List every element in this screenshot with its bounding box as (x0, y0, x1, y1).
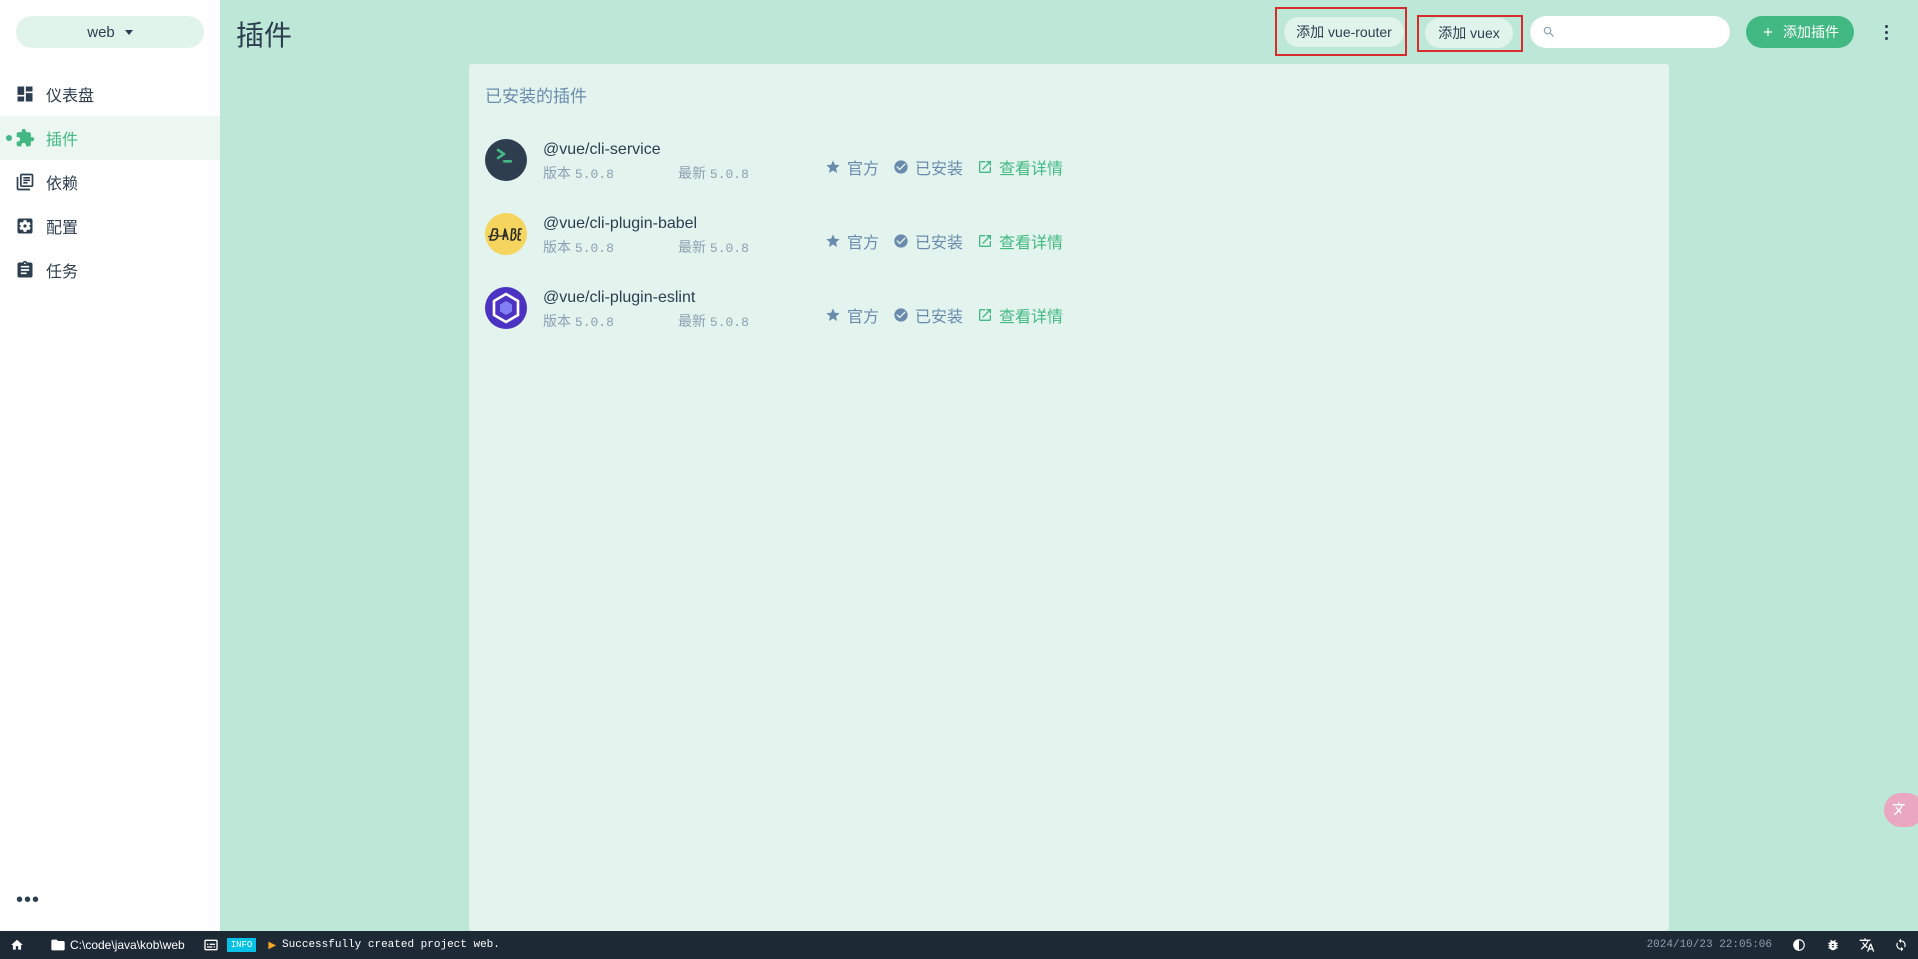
plugin-version: 版本 5.0.8 (543, 239, 614, 256)
project-path[interactable]: C:\code\java\kob\web (50, 937, 185, 953)
plugin-latest-version: 最新 5.0.8 (678, 239, 749, 256)
plugin-version: 版本 5.0.8 (543, 165, 614, 182)
statusbar-right: 2024/10/23 22:05:06 (1647, 931, 1918, 959)
check-circle-icon (894, 308, 908, 322)
check-circle-icon (894, 234, 908, 248)
home-button[interactable] (10, 938, 24, 952)
add-vuex-button[interactable]: 添加 vuex (1425, 18, 1513, 48)
dark-mode-toggle[interactable] (1782, 931, 1816, 959)
search-icon (1543, 26, 1554, 37)
installed-badge: 已安装 (893, 303, 963, 327)
caret-down-icon (124, 29, 133, 35)
library-books-icon (15, 172, 35, 192)
sidebar-nav: 仪表盘 插件 依赖 配置 任务 (0, 72, 220, 292)
installed-badge: 已安装 (893, 229, 963, 253)
vue-cli-logo (485, 139, 527, 181)
refresh-button[interactable] (1884, 931, 1918, 959)
open-in-new-icon (979, 309, 992, 321)
view-details-link[interactable]: 查看详情 (977, 303, 1063, 327)
official-badge: 官方 (825, 303, 879, 327)
official-badge: 官方 (825, 229, 879, 253)
search-input[interactable] (1564, 24, 1724, 40)
sync-icon (1896, 938, 1906, 952)
translate-float-icon[interactable] (1884, 793, 1918, 827)
log-arrow-icon: ▶ (268, 939, 277, 951)
report-bug-button[interactable] (1816, 931, 1850, 959)
plugin-item[interactable]: @vue/cli-service 版本 5.0.8 最新 5.0.8 官方 已安… (485, 131, 1645, 191)
view-details-link[interactable]: 查看详情 (977, 155, 1063, 179)
check-circle-icon (894, 160, 908, 174)
sidebar: web 仪表盘 插件 依赖 配置 任务 ••• (0, 0, 220, 931)
language-button[interactable] (1850, 931, 1884, 959)
bug-icon (1828, 939, 1838, 951)
sidebar-item-label: 依赖 (46, 176, 79, 193)
star-icon (826, 308, 840, 321)
clipboard-icon (15, 260, 35, 280)
plugin-badges: 官方 已安装 查看详情 (825, 229, 1063, 253)
more-vert-icon[interactable] (1878, 20, 1894, 44)
plugin-name: @vue/cli-service (543, 141, 661, 158)
official-badge: 官方 (825, 155, 879, 179)
plugin-item[interactable]: @vue/cli-plugin-babel 版本 5.0.8 最新 5.0.8 … (485, 205, 1645, 265)
sidebar-item-tasks[interactable]: 任务 (0, 248, 220, 292)
add-vue-router-button[interactable]: 添加 vue-router (1284, 17, 1404, 47)
sidebar-item-configuration[interactable]: 配置 (0, 204, 220, 248)
open-in-new-icon (979, 235, 992, 247)
project-path-text: C:\code\java\kob\web (70, 938, 185, 952)
more-options-button[interactable]: ••• (16, 890, 40, 910)
sidebar-item-label: 配置 (46, 220, 79, 237)
home-icon (11, 939, 23, 950)
log-message: Successfully created project web. (282, 939, 500, 951)
translate-icon (1859, 938, 1875, 952)
babel-logo (485, 213, 527, 255)
project-selector[interactable]: web (16, 16, 204, 48)
star-icon (826, 234, 840, 247)
page-title: 插件 (236, 20, 293, 51)
plugin-badges: 官方 已安装 查看详情 (825, 155, 1063, 179)
plugin-item[interactable]: @vue/cli-plugin-eslint 版本 5.0.8 最新 5.0.8… (485, 279, 1645, 339)
sidebar-item-dashboard[interactable]: 仪表盘 (0, 72, 220, 116)
sidebar-item-label: 任务 (46, 264, 79, 281)
dashboard-icon (15, 84, 35, 104)
search-field[interactable] (1530, 16, 1730, 48)
plugin-name: @vue/cli-plugin-babel (543, 215, 698, 232)
star-icon (826, 160, 840, 173)
plugin-badges: 官方 已安装 查看详情 (825, 303, 1063, 327)
panel-title: 已安装的插件 (485, 87, 587, 106)
log-level-badge: INFO (226, 938, 257, 952)
folder-icon (51, 939, 65, 951)
plugin-version: 版本 5.0.8 (543, 313, 614, 330)
status-bar: C:\code\java\kob\web INFO ▶ Successfully… (0, 931, 1918, 959)
installed-plugins-panel: 已安装的插件 @vue/cli-service 版本 5.0.8 最新 5.0.… (469, 64, 1669, 931)
plus-icon (1763, 27, 1773, 37)
plugin-latest-version: 最新 5.0.8 (678, 165, 749, 182)
installed-badge: 已安装 (893, 155, 963, 179)
timestamp: 2024/10/23 22:05:06 (1646, 939, 1772, 951)
add-plugin-button[interactable]: 添加插件 (1746, 16, 1854, 48)
console-log[interactable]: INFO ▶ Successfully created project web. (203, 937, 500, 953)
project-name: web (87, 23, 115, 41)
active-indicator (6, 135, 12, 141)
puzzle-icon (15, 128, 35, 148)
sidebar-item-plugins[interactable]: 插件 (0, 116, 220, 160)
view-details-link[interactable]: 查看详情 (977, 229, 1063, 253)
translate-icon (1892, 802, 1905, 816)
add-plugin-label: 添加插件 (1783, 24, 1839, 40)
sidebar-item-label: 插件 (46, 132, 79, 149)
contrast-icon (1793, 939, 1805, 951)
plugin-name: @vue/cli-plugin-eslint (543, 289, 696, 306)
plugin-latest-version: 最新 5.0.8 (678, 313, 749, 330)
subtitles-icon (204, 939, 218, 951)
settings-applications-icon (15, 216, 35, 236)
open-in-new-icon (979, 161, 992, 173)
sidebar-item-label: 仪表盘 (46, 88, 95, 105)
sidebar-item-dependencies[interactable]: 依赖 (0, 160, 220, 204)
eslint-logo (485, 287, 527, 329)
